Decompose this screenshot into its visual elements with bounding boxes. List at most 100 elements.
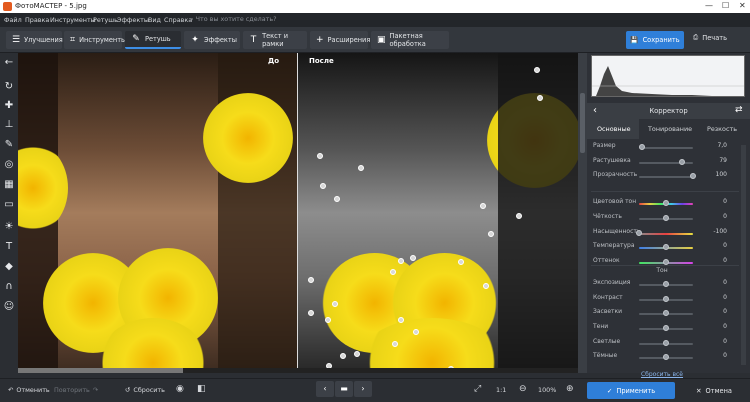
brush-point[interactable]	[308, 277, 314, 283]
fit-screen-icon[interactable]: ⤢	[474, 384, 481, 394]
brush-point[interactable]	[308, 310, 314, 316]
slider-knob[interactable]	[663, 354, 669, 360]
slider-knob[interactable]	[678, 159, 685, 165]
radial-icon[interactable]: ◎	[3, 159, 15, 171]
eye-icon[interactable]: ◉	[176, 384, 184, 394]
bucket-icon[interactable]: ◆	[3, 261, 15, 273]
brush-point[interactable]	[410, 255, 416, 261]
slider-knob[interactable]	[663, 281, 669, 287]
prev-image-button[interactable]: ‹	[316, 381, 334, 397]
slider-knob[interactable]	[663, 296, 669, 302]
slider-track[interactable]	[639, 176, 693, 178]
slider-knob[interactable]	[638, 144, 645, 150]
menu-view[interactable]: Вид	[148, 16, 161, 24]
brush-point[interactable]	[534, 67, 540, 73]
brush-point[interactable]	[537, 95, 543, 101]
slider-knob[interactable]	[663, 340, 669, 346]
compare-icon[interactable]: ◧	[197, 384, 206, 394]
tab-enhancements[interactable]: ☰ Улучшения	[6, 31, 63, 49]
slider-knob[interactable]	[690, 173, 696, 179]
next-image-button[interactable]: ›	[354, 381, 372, 397]
tab-tools[interactable]: ⌗ Инструменты	[64, 31, 126, 49]
zoom-out-icon[interactable]: ⊖	[519, 384, 527, 394]
image-canvas[interactable]: До После	[18, 53, 578, 373]
redo-button[interactable]: Повторить ↷	[54, 386, 98, 394]
folder-icon[interactable]: ▬	[335, 381, 353, 397]
minimize-icon[interactable]: —	[705, 1, 713, 10]
maximize-icon[interactable]: ☐	[722, 1, 729, 10]
brush-point[interactable]	[320, 183, 326, 189]
slider-knob[interactable]	[663, 215, 669, 221]
tab-sharpness[interactable]: Резкость	[707, 125, 737, 133]
menu-retouch[interactable]: Ретушь	[93, 16, 118, 24]
menu-edit[interactable]: Правка	[25, 16, 49, 24]
menu-tools[interactable]: Инструменты	[50, 16, 96, 24]
histogram-graph	[592, 66, 744, 96]
print-button[interactable]: ⎙ Печать	[693, 33, 727, 42]
scroll-thumb[interactable]	[18, 368, 183, 373]
tab-toning[interactable]: Тонирование	[648, 125, 692, 133]
tab-batch[interactable]: ▣ Пакетная обработка	[371, 31, 449, 49]
patch-icon[interactable]: ✚	[3, 100, 15, 112]
panel-scrollbar[interactable]	[741, 145, 746, 365]
undo-button[interactable]: ↶ Отменить	[8, 386, 50, 394]
slider-knob[interactable]	[663, 310, 669, 316]
horizontal-scrollbar[interactable]	[18, 368, 578, 373]
stamp-icon[interactable]: ⊥	[3, 119, 15, 131]
grid-icon[interactable]: ▦	[3, 179, 15, 191]
brush-point[interactable]	[488, 231, 494, 237]
brush-point[interactable]	[325, 317, 331, 323]
brush-point[interactable]	[516, 213, 522, 219]
zoom-in-icon[interactable]: ⊕	[566, 384, 574, 394]
brush-point[interactable]	[483, 283, 489, 289]
slider-track[interactable]	[639, 233, 693, 235]
menu-help[interactable]: Справка	[164, 16, 192, 24]
panel-settings-icon[interactable]: ⇄	[735, 105, 743, 115]
text-tool-icon[interactable]: T	[3, 241, 15, 253]
sun-icon[interactable]: ☀	[3, 221, 15, 233]
tab-basic[interactable]: Основные	[597, 125, 631, 133]
rotate-icon[interactable]: ↻	[3, 81, 15, 93]
frame-icon[interactable]: ▭	[3, 199, 15, 211]
brush-point[interactable]	[358, 165, 364, 171]
scroll-thumb[interactable]	[580, 93, 585, 153]
tab-extensions[interactable]: + Расширения	[310, 31, 370, 49]
magnet-icon[interactable]: ∩	[3, 281, 15, 293]
brush-point[interactable]	[317, 153, 323, 159]
cancel-button[interactable]: ✕ Отмена	[683, 382, 745, 399]
brush-point[interactable]	[354, 351, 360, 357]
ratio-button[interactable]: 1:1	[496, 386, 506, 394]
brush-point[interactable]	[392, 341, 398, 347]
brush-tool-icon[interactable]: ✎	[3, 139, 15, 151]
vertical-scrollbar[interactable]	[578, 53, 587, 373]
menu-effects[interactable]: Эффекты	[117, 16, 149, 24]
before-after-divider[interactable]	[297, 53, 298, 373]
face-icon[interactable]: ☺	[3, 301, 15, 313]
brush-point[interactable]	[413, 329, 419, 335]
tab-effects[interactable]: ✦ Эффекты	[184, 31, 240, 49]
brush-point[interactable]	[458, 259, 464, 265]
tab-text-frames[interactable]: T Текст и рамки	[243, 31, 307, 49]
slider-track[interactable]	[639, 147, 693, 149]
brush-point[interactable]	[390, 269, 396, 275]
slider-knob[interactable]	[663, 244, 669, 250]
save-button[interactable]: 💾 Сохранить	[626, 31, 684, 49]
brush-point[interactable]	[480, 203, 486, 209]
brush-point[interactable]	[340, 353, 346, 359]
tab-retouch[interactable]: ✎ Ретушь	[125, 31, 181, 49]
brush-point[interactable]	[398, 258, 404, 264]
apply-button[interactable]: ✓ Применить	[587, 382, 675, 399]
menu-file[interactable]: Файл	[4, 16, 22, 24]
slider-knob[interactable]	[636, 230, 642, 236]
close-icon[interactable]: ✕	[739, 1, 746, 10]
slider-track[interactable]	[639, 162, 693, 164]
slider-knob[interactable]	[663, 325, 669, 331]
brush-point[interactable]	[332, 301, 338, 307]
brush-point[interactable]	[334, 196, 340, 202]
back-arrow-icon[interactable]: ←	[3, 57, 15, 69]
slider-knob[interactable]	[663, 200, 669, 206]
reset-all-link[interactable]: Сбросить всё	[587, 371, 737, 378]
brush-point[interactable]	[398, 317, 404, 323]
reset-button[interactable]: ↺ Сбросить	[125, 386, 165, 394]
search-field[interactable]: ⌕ Что вы хотите сделать?	[190, 15, 286, 25]
